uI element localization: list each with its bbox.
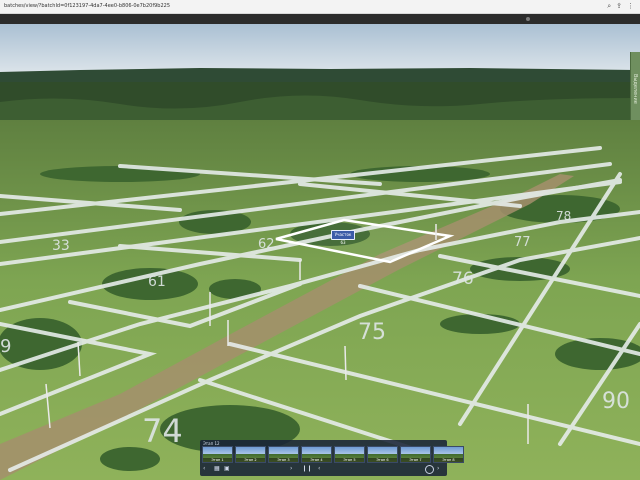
strip-dot-icon bbox=[526, 17, 530, 21]
plot-label-75: 75 bbox=[358, 320, 386, 345]
thumbnail[interactable]: Этап 3 bbox=[268, 446, 299, 463]
selected-plot-tag[interactable]: Участок 63 bbox=[331, 230, 355, 245]
browser-actions: ⌕ ⇪ ⋮ bbox=[607, 1, 634, 12]
side-panel-label: Выделение bbox=[632, 74, 638, 104]
next-arrow-icon[interactable]: › bbox=[437, 465, 439, 473]
plot-label-78: 78 bbox=[556, 209, 571, 223]
thumbnail[interactable]: Этап 6 bbox=[367, 446, 398, 463]
info-icon[interactable] bbox=[425, 465, 434, 474]
image-icon[interactable]: ▣ bbox=[224, 465, 230, 473]
plot-label-33: 33 bbox=[52, 238, 70, 254]
plot-label-74: 74 bbox=[142, 412, 183, 450]
thumbnail[interactable]: Этап 1 bbox=[202, 446, 233, 463]
plot-label-76: 76 bbox=[452, 269, 474, 289]
browser-chrome: batches/view/?batchId=0f123197-4da7-4ee0… bbox=[0, 0, 640, 14]
thumbnail[interactable]: Этап 5 bbox=[334, 446, 365, 463]
thumbnail-strip: Этап 1 Этап 2 Этап 3 Этап 4 Этап 5 Этап … bbox=[202, 446, 464, 463]
viewer-top-strip bbox=[0, 14, 640, 24]
plot-label-9: 9 bbox=[0, 336, 11, 357]
pause-icon[interactable]: ❙❙ bbox=[302, 465, 312, 473]
step-forward-icon[interactable]: ‹ bbox=[318, 465, 320, 473]
more-icon[interactable]: ⋮ bbox=[627, 1, 634, 12]
thumbnail[interactable]: Этап 2 bbox=[235, 446, 266, 463]
step-back-icon[interactable]: › bbox=[290, 465, 292, 473]
viewer-bar: Этап 12 Этап 1 Этап 2 Этап 3 Этап 4 Этап… bbox=[200, 440, 464, 476]
thumbnail[interactable]: Этап 7 bbox=[400, 446, 431, 463]
plot-label-77: 77 bbox=[514, 235, 531, 250]
viewer-controls: ‹ ▦ ▣ › ❙❙ ‹ › bbox=[200, 464, 447, 474]
thumbnail[interactable]: Этап 8 bbox=[433, 446, 464, 463]
thumbnail[interactable]: Этап 4 bbox=[301, 446, 332, 463]
aerial-panorama[interactable]: 33 61 62 75 74 76 77 78 90 9 Участок 63 … bbox=[0, 24, 640, 480]
panorama-svg: 33 61 62 75 74 76 77 78 90 9 bbox=[0, 24, 640, 480]
prev-arrow-icon[interactable]: ‹ bbox=[203, 465, 205, 473]
plot-label-62: 62 bbox=[258, 237, 275, 252]
plot-label-61: 61 bbox=[148, 274, 166, 290]
plot-label-90: 90 bbox=[602, 389, 630, 414]
side-panel-tab[interactable]: Выделение bbox=[630, 52, 640, 120]
address-bar[interactable]: batches/view/?batchId=0f123197-4da7-4ee0… bbox=[4, 1, 170, 12]
horizon-forest bbox=[0, 68, 640, 84]
grid-icon[interactable]: ▦ bbox=[214, 465, 220, 473]
share-icon[interactable]: ⇪ bbox=[616, 1, 622, 12]
magnifier-icon[interactable]: ⌕ bbox=[607, 1, 611, 12]
